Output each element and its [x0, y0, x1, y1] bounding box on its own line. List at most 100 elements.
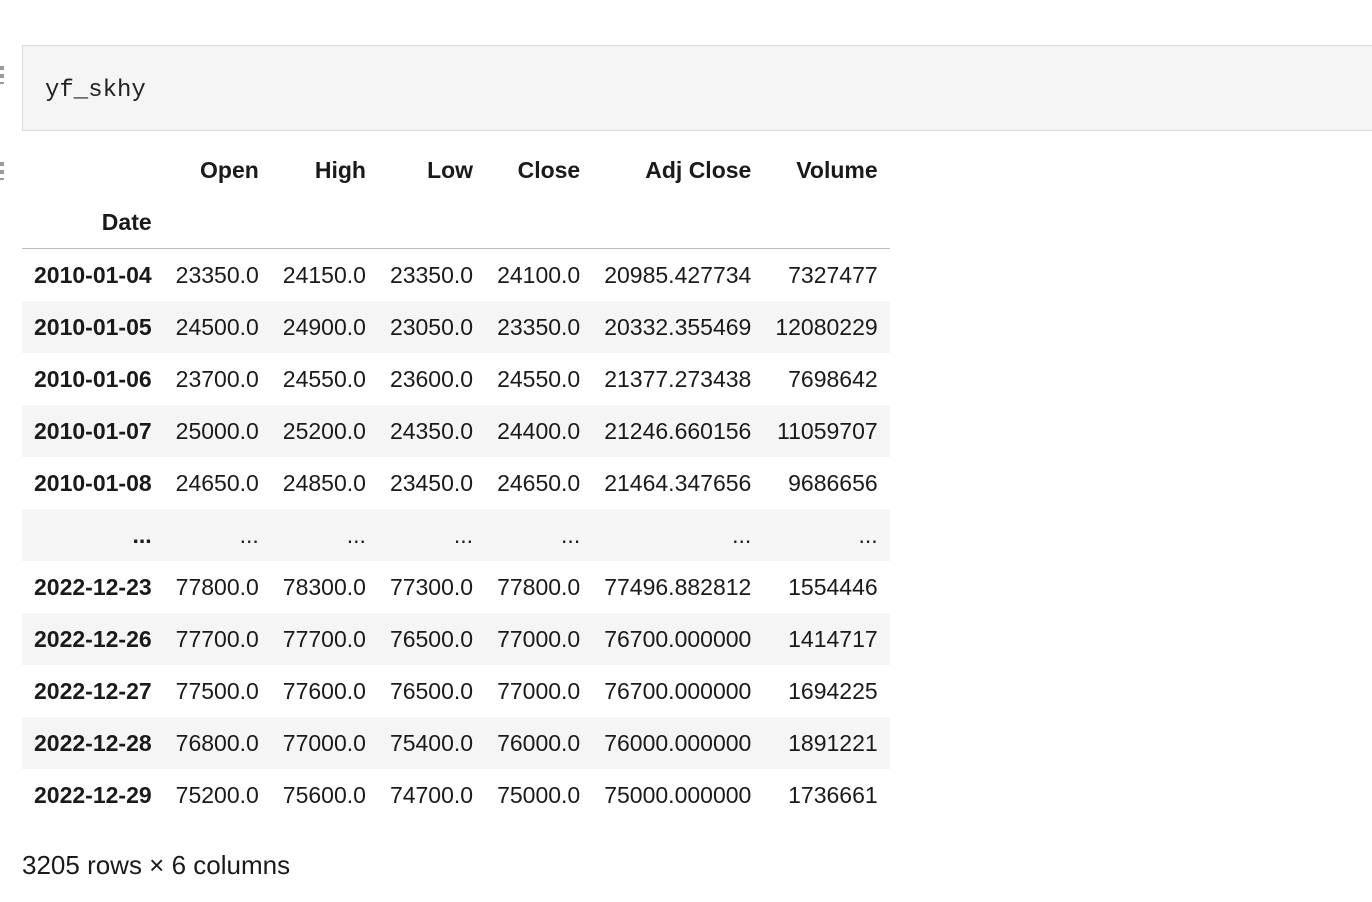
cell-open: 77700.0	[175, 626, 259, 652]
cell-high: ...	[346, 522, 366, 548]
row-index-date: 2010-01-05	[34, 314, 152, 340]
cell-low: 74700.0	[389, 782, 474, 808]
cell-high: 24150.0	[282, 262, 366, 288]
cell-adj-close: 21377.273438	[604, 366, 752, 392]
table-row: 2022-12-27 77500.0 77600.0 76500.0 77000.0 76…	[22, 665, 890, 717]
table-row: 2022-12-26 77700.0 77700.0 76500.0 77000.0 76…	[22, 613, 890, 665]
table-row: 2010-01-06 23700.0 24550.0 23600.0 24550.0 21…	[22, 353, 890, 405]
cell-adj-close: ...	[732, 522, 752, 548]
cell-close: 24100.0	[497, 262, 581, 288]
input-cell-drag-handle[interactable]	[0, 66, 4, 84]
row-index-date: 2010-01-07	[34, 418, 152, 444]
cell-close: 77000.0	[497, 626, 581, 652]
cell-close: 24550.0	[497, 366, 581, 392]
cell-output: Open High Low Close Adj Close Volume Dat…	[22, 144, 890, 821]
row-index-date: 2022-12-23	[34, 574, 152, 600]
code-text: yf_skhy	[45, 77, 146, 104]
cell-open: 76800.0	[175, 730, 259, 756]
cell-open: 75200.0	[175, 782, 259, 808]
cell-low: 23600.0	[389, 366, 474, 392]
row-index-date: 2022-12-28	[34, 730, 152, 756]
cell-open: 25000.0	[175, 418, 259, 444]
cell-low: ...	[453, 522, 474, 548]
cell-close: 77000.0	[497, 678, 581, 704]
cell-volume: 12080229	[775, 314, 878, 340]
cell-high: 77000.0	[282, 730, 366, 756]
cell-volume: 7698642	[788, 366, 878, 392]
cell-high: 25200.0	[282, 418, 366, 444]
column-header-open: Open	[200, 157, 259, 183]
row-index-date: 2022-12-29	[34, 782, 152, 808]
cell-close: 24650.0	[497, 470, 581, 496]
cell-high: 24900.0	[282, 314, 366, 340]
cell-low: 23050.0	[389, 314, 474, 340]
cell-low: 76500.0	[389, 626, 474, 652]
cell-volume: 9686656	[788, 470, 878, 496]
cell-open: 24500.0	[175, 314, 259, 340]
cell-volume: 11059707	[777, 418, 878, 444]
cell-low: 77300.0	[389, 574, 474, 600]
cell-adj-close: 21464.347656	[604, 470, 752, 496]
table-row: 2010-01-08 24650.0 24850.0 23450.0 24650.0 21…	[22, 457, 890, 509]
cell-close: 23350.0	[497, 314, 581, 340]
cell-high: 24550.0	[282, 366, 366, 392]
cell-open: 23700.0	[175, 366, 259, 392]
table-row: 2010-01-04 23350.0 24150.0 23350.0 24100.0 20…	[22, 249, 890, 302]
cell-adj-close: 20332.355469	[604, 314, 752, 340]
cell-high: 77700.0	[282, 626, 366, 652]
cell-adj-close: 76700.000000	[604, 678, 752, 704]
column-header-volume: Volume	[796, 157, 878, 183]
cell-close: 76000.0	[497, 730, 581, 756]
index-corner-cell	[22, 144, 164, 196]
cell-close: 24400.0	[497, 418, 581, 444]
cell-close: ...	[561, 522, 581, 548]
cell-high: 75600.0	[282, 782, 366, 808]
cell-low: 76500.0	[389, 678, 474, 704]
cell-volume: 7327477	[788, 262, 878, 288]
index-name-row: Date	[22, 196, 890, 249]
cell-volume: 1736661	[788, 782, 878, 808]
cell-adj-close: 21246.660156	[604, 418, 752, 444]
cell-low: 24350.0	[389, 418, 474, 444]
column-header-close: Close	[517, 157, 581, 183]
cell-low: 23350.0	[389, 262, 474, 288]
cell-high: 78300.0	[282, 574, 366, 600]
cell-adj-close: 20985.427734	[604, 262, 752, 288]
cell-adj-close: 76700.000000	[604, 626, 752, 652]
cell-high: 24850.0	[282, 470, 366, 496]
code-cell-input[interactable]: yf_skhy	[22, 45, 1372, 131]
table-row: 2022-12-28 76800.0 77000.0 75400.0 76000.0 76…	[22, 717, 890, 769]
cell-volume: 1414717	[788, 626, 878, 652]
cell-open: 23350.0	[175, 262, 259, 288]
row-index-date: ...	[132, 522, 152, 548]
dataframe-shape-text: 3205 rows × 6 columns	[22, 850, 291, 880]
cell-close: 77800.0	[497, 574, 581, 600]
cell-volume: 1891221	[788, 730, 878, 756]
dataframe-table: Open High Low Close Adj Close Volume Dat…	[22, 144, 890, 821]
column-header-row: Open High Low Close Adj Close Volume	[22, 144, 890, 196]
cell-open: 24650.0	[175, 470, 259, 496]
cell-open: 77800.0	[175, 574, 259, 600]
table-body: 2010-01-04 23350.0 24150.0 23350.0 24100.0 20…	[22, 249, 890, 822]
cell-adj-close: 75000.000000	[604, 782, 752, 808]
output-cell-drag-handle[interactable]	[0, 162, 4, 180]
row-index-date: 2022-12-27	[34, 678, 152, 704]
table-row: .....................	[22, 509, 890, 561]
cell-volume: ...	[858, 522, 878, 548]
table-row: 2022-12-29 75200.0 75600.0 74700.0 75000.0 75…	[22, 769, 890, 821]
cell-volume: 1694225	[788, 678, 878, 704]
cell-adj-close: 76000.000000	[604, 730, 752, 756]
table-row: 2010-01-07 25000.0 25200.0 24350.0 24400.0 21…	[22, 405, 890, 457]
row-index-date: 2010-01-08	[34, 470, 152, 496]
cell-open: 77500.0	[175, 678, 259, 704]
column-header-low: Low	[427, 157, 474, 183]
table-row: 2022-12-23 77800.0 78300.0 77300.0 77800.0 77…	[22, 561, 890, 613]
row-index-date: 2010-01-06	[34, 366, 152, 392]
cell-volume: 1554446	[788, 574, 878, 600]
row-index-date: 2010-01-04	[34, 262, 152, 288]
cell-high: 77600.0	[282, 678, 366, 704]
cell-low: 75400.0	[389, 730, 474, 756]
cell-low: 23450.0	[389, 470, 474, 496]
index-name-header: Date	[22, 196, 164, 249]
table-row: 2010-01-05 24500.0 24900.0 23050.0 23350.0 20…	[22, 301, 890, 353]
